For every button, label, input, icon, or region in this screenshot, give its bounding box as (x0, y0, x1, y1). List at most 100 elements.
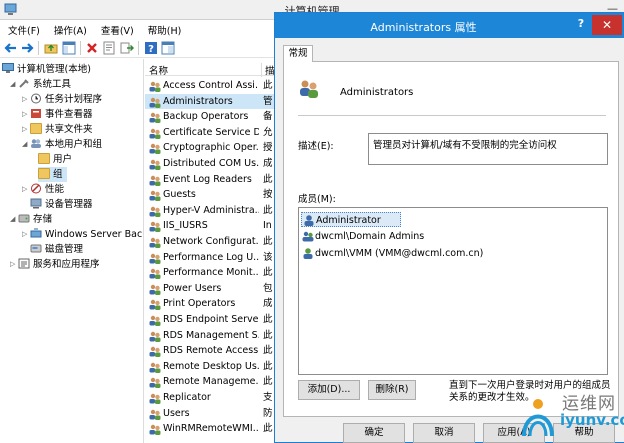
group-icon (149, 175, 161, 186)
table-row[interactable]: IIS_IUSRS In (145, 218, 275, 234)
tree-windows-server-backup[interactable]: ▷ Windows Server Back (22, 227, 143, 242)
tree-services-applications[interactable]: ▷ 服务和应用程序 (10, 257, 100, 272)
up-folder-icon[interactable] (44, 41, 58, 55)
folder-icon (38, 168, 50, 179)
collapse-arrow-icon[interactable]: ▷ (22, 107, 30, 122)
add-button[interactable]: 添加(D)... (298, 380, 360, 400)
table-row[interactable]: Cryptographic Oper... 授 (145, 140, 275, 156)
tree-device-manager[interactable]: 设备管理器 (30, 197, 93, 212)
tree-disk-management[interactable]: 磁盘管理 (30, 242, 83, 257)
group-icon (149, 97, 161, 108)
expand-arrow-icon[interactable]: ◢ (10, 77, 18, 92)
group-icon (149, 144, 161, 155)
help-icon[interactable]: ? (144, 41, 158, 55)
watermark-logo (522, 399, 554, 437)
table-row[interactable]: Network Configurat... 此 (145, 234, 275, 250)
table-row[interactable]: Performance Log U... 该 (145, 250, 275, 266)
watermark: 运维网 iyunv.com (518, 386, 624, 443)
tree-root[interactable]: 计算机管理(本地) (2, 62, 91, 77)
collapse-arrow-icon[interactable]: ▷ (22, 182, 30, 197)
group-name-cell: Administrators (163, 95, 233, 107)
table-row[interactable]: Distributed COM Us... 成 (145, 156, 275, 172)
group-icon (149, 315, 161, 326)
table-row[interactable]: Event Log Readers 此 (145, 172, 275, 188)
dialog-help-button[interactable]: ? (572, 17, 590, 33)
services-icon (18, 258, 30, 269)
table-row[interactable]: Replicator 支 (145, 390, 275, 406)
performance-icon (31, 183, 41, 194)
description-field[interactable]: 管理员对计算机/域有不受限制的完全访问权 (368, 133, 608, 165)
shared-folder-icon (30, 123, 42, 134)
delete-icon[interactable] (85, 41, 99, 55)
expand-arrow-icon[interactable]: ◢ (10, 212, 18, 227)
group-icon (149, 393, 161, 404)
member-item[interactable]: dwcml\VMM (VMM@dwcml.com.cn) (301, 246, 483, 261)
table-row[interactable]: Remote Desktop Us... 此 (145, 359, 275, 375)
table-row[interactable]: Access Control Assi... 此 (145, 78, 275, 94)
show-hide-tree-icon[interactable] (62, 41, 76, 55)
table-row[interactable]: Backup Operators 备 (145, 109, 275, 125)
table-row[interactable]: Certificate Service D...允 (145, 125, 275, 141)
group-icon (149, 268, 161, 280)
column-header-description[interactable]: 描 (261, 63, 275, 77)
back-arrow-icon[interactable] (4, 41, 18, 55)
group-name-cell: WinRMRemoteWMI... (163, 423, 259, 435)
collapse-arrow-icon[interactable]: ▷ (22, 92, 30, 107)
console-view-icon[interactable] (161, 41, 175, 55)
cancel-button[interactable]: 取消 (413, 423, 475, 443)
table-row[interactable]: RDS Endpoint Serve... 此 (145, 312, 275, 328)
tree-event-viewer[interactable]: ▷ 事件查看器 (22, 107, 93, 122)
table-row[interactable]: RDS Remote Access... 此 (145, 343, 275, 359)
tree-shared-folders[interactable]: ▷ 共享文件夹 (22, 122, 93, 137)
table-row[interactable]: Performance Monit... 此 (145, 265, 275, 281)
member-item[interactable]: Administrator (301, 212, 401, 227)
clock-icon (31, 93, 41, 104)
table-row[interactable]: Hyper-V Administra... 此 (145, 203, 275, 219)
tree-task-scheduler[interactable]: ▷ 任务计划程序 (22, 92, 102, 107)
tree-storage[interactable]: ◢ 存储 (10, 212, 52, 227)
table-row[interactable]: Remote Manageme... 此 (145, 374, 275, 390)
tab-general[interactable]: 常规 (283, 45, 313, 62)
dialog-close-button[interactable]: ✕ (592, 15, 622, 35)
table-row[interactable]: Users 防 (145, 406, 275, 422)
export-list-icon[interactable] (120, 41, 134, 55)
svg-text:?: ? (148, 44, 154, 55)
collapse-arrow-icon[interactable]: ▷ (22, 227, 30, 242)
ok-button[interactable]: 确定 (343, 423, 405, 443)
dialog-title: Administrators 属性 (370, 21, 477, 34)
table-row[interactable]: WinRMRemoteWMI... 此 (145, 421, 275, 437)
backup-icon (30, 228, 42, 238)
menu-action[interactable]: 操作(A) (46, 20, 93, 37)
group-name-cell: Performance Log U... (163, 251, 259, 263)
table-row[interactable]: Print Operators 成 (145, 296, 275, 312)
dialog-title-bar: Administrators 属性 ? ✕ (275, 13, 624, 38)
table-row[interactable]: Power Users 包 (145, 281, 275, 297)
member-item[interactable]: dwcml\Domain Admins (301, 229, 424, 244)
group-name-cell: Performance Monit... (163, 267, 259, 279)
group-name-cell: Hyper-V Administra... (163, 204, 259, 216)
menu-view[interactable]: 查看(V) (93, 20, 140, 37)
tree-users[interactable]: 用户 (38, 152, 72, 167)
properties-icon[interactable] (102, 41, 116, 55)
forward-arrow-icon[interactable] (20, 41, 34, 55)
remove-button[interactable]: 删除(R) (368, 380, 416, 400)
column-header-name[interactable]: 名称 (149, 63, 168, 77)
table-row[interactable]: Administrators 管 (145, 93, 275, 110)
tree-local-users-groups[interactable]: ◢ 本地用户和组 (22, 137, 102, 152)
description-label: 描述(E): (298, 141, 334, 152)
group-name-cell: Users (163, 407, 190, 419)
table-row[interactable]: RDS Management S... 此 (145, 328, 275, 344)
group-name-cell: Distributed COM Us... (163, 158, 259, 169)
menu-help[interactable]: 帮助(H) (140, 20, 188, 37)
tree-performance[interactable]: ▷ 性能 (22, 182, 64, 197)
group-icon (149, 378, 161, 389)
tree-groups[interactable]: 组 (38, 167, 67, 182)
collapse-arrow-icon[interactable]: ▷ (22, 122, 30, 137)
expand-arrow-icon[interactable]: ◢ (22, 137, 30, 152)
menu-file[interactable]: 文件(F) (0, 20, 46, 37)
table-row[interactable]: Guests 按 (145, 187, 275, 203)
collapse-arrow-icon[interactable]: ▷ (10, 257, 18, 272)
tree-system-tools[interactable]: ◢ 系统工具 (10, 77, 71, 92)
members-list[interactable]: Administrator dwcml\Domain Admins dwcml\… (298, 207, 608, 375)
group-name-cell: Backup Operators (163, 111, 249, 123)
